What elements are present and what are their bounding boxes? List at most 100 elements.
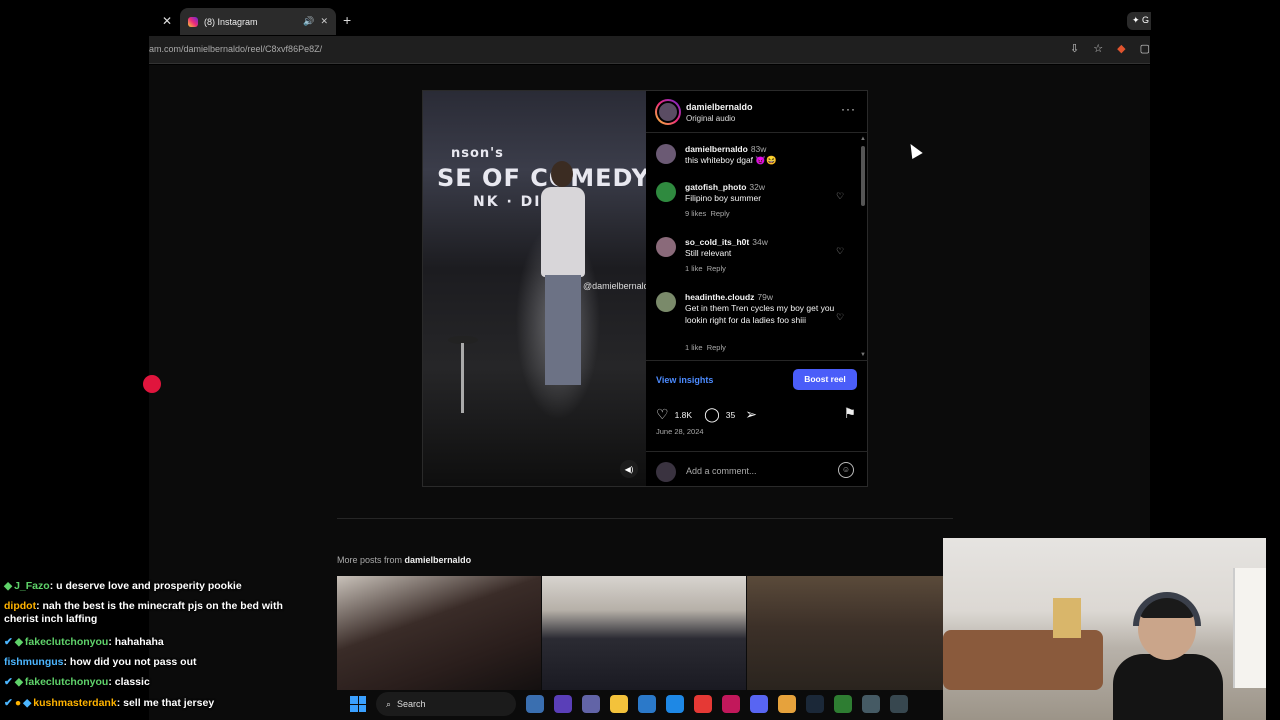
more-options-icon[interactable]: ··· [841,102,856,116]
comment-item: damielbernaldo 83w this whiteboy dgaf 😈😆 [656,144,856,174]
copilot-icon[interactable] [554,695,572,713]
url-text[interactable]: am.com/damielbernaldo/reel/C8xvf86Pe8Z/ [149,44,322,54]
like-comment-icon[interactable]: ♡ [836,191,844,202]
reel-post: nson's SE OF COMEDY NK · DINE @damielber… [422,90,868,487]
post-header: damielbernaldo Original audio ··· [646,91,868,133]
reply-link[interactable]: Reply [707,264,726,273]
settings-icon[interactable] [862,695,880,713]
comments-list: damielbernaldo 83w this whiteboy dgaf 😈😆 … [646,134,868,359]
comment-likes[interactable]: 1 like [685,343,703,352]
windows-start-icon[interactable] [350,696,366,712]
audio-label[interactable]: Original audio [686,114,735,123]
scroll-up-icon[interactable]: ▲ [860,136,866,142]
file-explorer-icon[interactable] [610,695,628,713]
scroll-down-icon[interactable]: ▼ [860,352,866,358]
avatar[interactable] [656,292,676,312]
comment-user[interactable]: so_cold_its_h0t [685,237,749,247]
extensions-puzzle-icon[interactable]: ▢ [1140,42,1150,55]
post-username[interactable]: damielbernaldo [686,102,753,112]
mail-icon[interactable] [666,695,684,713]
speaker-icon[interactable]: 🔊 [303,16,314,27]
app-icon[interactable] [890,695,908,713]
comment-text: Get in them Tren cycles my boy get you l… [685,303,835,325]
add-comment-input[interactable]: Add a comment... [686,466,757,476]
comment-item: so_cold_its_h0t 34w Still relevant ♡ 1 li… [656,237,856,277]
emoji-icon[interactable]: ☺ [838,462,854,478]
extension-icon[interactable]: ◆ [1117,42,1125,55]
avatar[interactable] [656,237,676,257]
scrollbar-thumb[interactable] [861,146,865,206]
tab-instagram[interactable]: (8) Instagram 🔊 ✕ [180,8,336,35]
close-icon[interactable]: ✕ [320,16,328,27]
comment-item: gatofish_photo 32w Filipino boy summer ♡ … [656,182,856,222]
app-icon[interactable] [526,695,544,713]
comment-count: 35 [725,409,736,420]
avatar[interactable] [655,99,681,125]
store-icon[interactable] [638,695,656,713]
address-bar[interactable]: am.com/damielbernaldo/reel/C8xvf86Pe8Z/ … [149,36,1150,64]
chat-message: ◆ J_Fazo: u deserve love and prosperity p… [4,580,242,592]
chrome-icon[interactable] [778,695,796,713]
comment-likes[interactable]: 1 like [685,264,703,273]
address-bar-icons: ⇩ ☆ ◆ ▢ [1070,42,1150,55]
chat-message: ✔ ◆ fakeclutchonyou: classic [4,676,150,688]
gemini-icon[interactable]: ✦ G [1127,12,1151,30]
comment-user[interactable]: gatofish_photo [685,182,746,192]
boost-reel-button[interactable]: Boost reel [793,369,857,390]
chat-text: sell me that jersey [123,697,215,709]
chat-text: hahahaha [114,636,164,648]
chat-text: classic [114,676,150,688]
webcam-overlay [943,538,1266,720]
save-bookmark-icon[interactable]: ⚑ [843,405,856,422]
discord-icon[interactable] [750,695,768,713]
heart-icon[interactable]: ♡ [656,406,669,423]
avatar[interactable] [656,182,676,202]
comment-likes[interactable]: 9 likes [685,209,706,218]
app-icon[interactable] [694,695,712,713]
chat-message: ✔ ● ◆ kushmasterdank: sell me that jersey [4,697,215,709]
comment-item: headinthe.cloudz 79w Get in them Tren cyc… [656,292,856,356]
comment-age: 83w [750,144,767,154]
taskbar-search[interactable]: ⌕ Search [376,692,516,716]
streamer [1113,588,1223,720]
chat-text: how did you not pass out [69,656,197,668]
app-icon[interactable] [834,695,852,713]
badge-icon: ● [14,697,22,709]
teams-icon[interactable] [582,695,600,713]
like-comment-icon[interactable]: ♡ [836,246,844,257]
reply-link[interactable]: Reply [707,343,726,352]
comment-icon[interactable]: ◯ [704,406,720,423]
post-thumbnail[interactable] [542,576,746,690]
app-icon[interactable] [722,695,740,713]
more-posts-user[interactable]: damielbernaldo [405,555,472,565]
divider [337,518,953,519]
close-tab-icon[interactable]: ✕ [162,14,172,28]
chat-user: fakeclutchonyou [24,676,109,688]
steam-icon[interactable] [806,695,824,713]
notification-badge[interactable] [143,375,161,393]
mute-button[interactable]: ◀) [620,460,638,478]
comment-user[interactable]: damielbernaldo [685,144,748,154]
post-thumbnail[interactable] [747,576,943,690]
bookmark-star-icon[interactable]: ☆ [1093,42,1103,55]
screen: ✕ (8) Instagram 🔊 ✕ + ✦ G am.com/damielb… [0,0,1280,720]
taskbar: ⌕ Search [340,688,950,720]
post-thumbnail[interactable] [337,576,541,690]
install-app-icon[interactable]: ⇩ [1070,42,1079,55]
comment-user[interactable]: headinthe.cloudz [685,292,754,302]
like-count[interactable]: 1.8K [675,410,693,420]
reply-link[interactable]: Reply [710,209,729,218]
like-comment-icon[interactable]: ♡ [836,312,844,323]
badge-icon: ◆ [4,580,13,592]
reel-video[interactable]: nson's SE OF COMEDY NK · DINE @damielber… [423,91,646,486]
view-insights-link[interactable]: View insights [656,375,713,385]
share-icon[interactable]: ➢ [745,406,757,423]
add-comment-row: Add a comment... ☺ [646,451,868,487]
search-icon: ⌕ [386,698,392,709]
comment-age: 32w [749,182,765,192]
chat-user: fakeclutchonyou [24,636,109,648]
avatar[interactable] [656,144,676,164]
new-tab-button[interactable]: + [343,12,351,28]
comments-scrollbar[interactable]: ▲ ▼ [860,136,866,358]
video-watermark: @damielbernaldo [583,281,646,291]
